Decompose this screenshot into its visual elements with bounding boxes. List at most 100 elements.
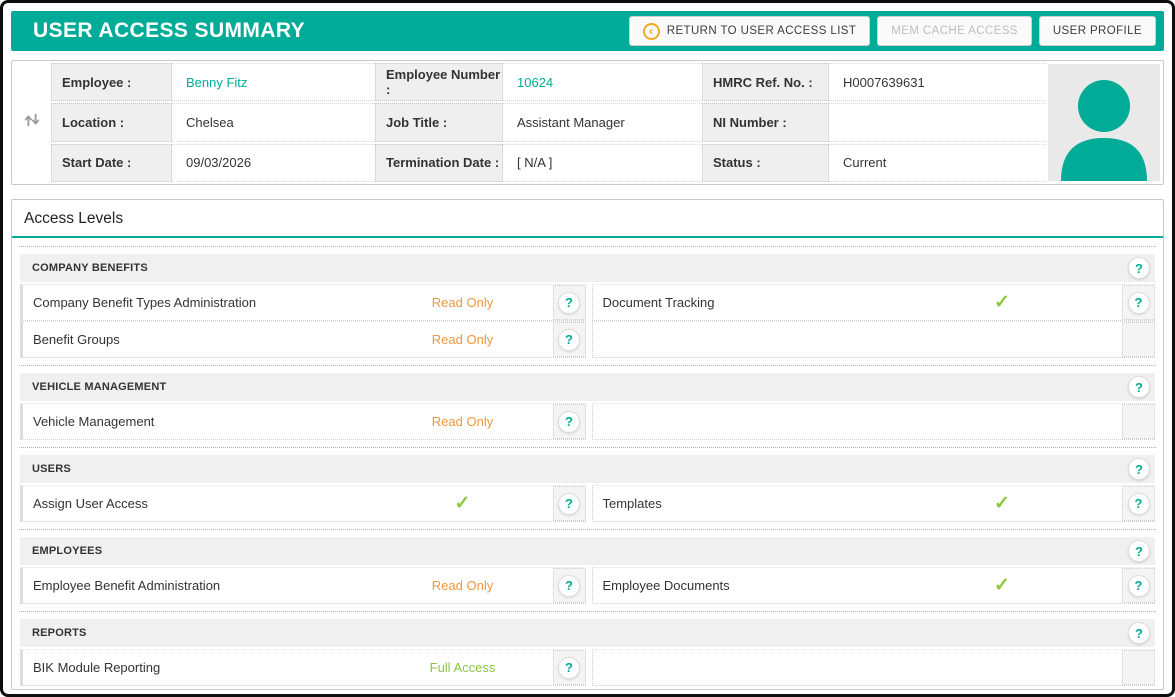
field-label: Start Date :	[51, 144, 172, 182]
help-icon[interactable]: ?	[558, 493, 580, 515]
access-row: Benefit GroupsRead Only?	[20, 321, 1155, 358]
field-label: Termination Date :	[375, 144, 503, 182]
access-row-cell: Templates✓?	[592, 485, 1156, 522]
field-label: Job Title :	[375, 103, 503, 141]
help-icon[interactable]: ?	[558, 292, 580, 314]
access-item-label: Document Tracking	[593, 295, 955, 310]
dotted-separator	[19, 246, 1156, 247]
help-icon[interactable]: ?	[1128, 493, 1150, 515]
access-row-cell: Company Benefit Types AdministrationRead…	[20, 284, 586, 321]
access-item-label: Company Benefit Types Administration	[23, 295, 415, 310]
field-value: 09/03/2026	[172, 144, 375, 182]
help-icon[interactable]: ?	[1128, 376, 1150, 398]
employee-row: Location :ChelseaJob Title :Assistant Ma…	[51, 102, 1046, 142]
field-label: Employee Number :	[375, 63, 503, 101]
access-level-value: Read Only	[415, 332, 511, 347]
help-icon[interactable]: ?	[1128, 622, 1150, 644]
access-item-label: Vehicle Management	[23, 414, 415, 429]
help-cell: ?	[553, 568, 586, 603]
access-level-value: Read Only	[415, 295, 511, 310]
help-icon[interactable]: ?	[1128, 575, 1150, 597]
field-label: HMRC Ref. No. :	[702, 63, 829, 101]
access-row-empty-cell	[592, 649, 1156, 686]
access-row-cell: Assign User Access✓?	[20, 485, 586, 522]
help-cell: ?	[1122, 568, 1155, 603]
avatar	[1048, 64, 1160, 181]
access-row: Assign User Access✓?Templates✓?	[20, 485, 1155, 522]
help-icon[interactable]: ?	[1128, 458, 1150, 480]
access-item-label: BIK Module Reporting	[23, 660, 415, 675]
access-row-cell: Employee Documents✓?	[592, 567, 1156, 604]
field-label: Location :	[51, 103, 172, 141]
access-levels-panel: Access Levels COMPANY BENEFITS?Company B…	[11, 199, 1164, 690]
access-item-label: Benefit Groups	[23, 332, 415, 347]
field-value: Chelsea	[172, 103, 375, 141]
button-label: USER PROFILE	[1053, 25, 1142, 37]
page-header: USER ACCESS SUMMARY ‹RETURN TO USER ACCE…	[11, 11, 1164, 51]
help-cell-empty	[1122, 404, 1155, 439]
help-icon[interactable]: ?	[1128, 540, 1150, 562]
access-row-cell: Employee Benefit AdministrationRead Only…	[20, 567, 586, 604]
access-row-cell: Vehicle ManagementRead Only?	[20, 403, 586, 440]
access-group-name: COMPANY BENEFITS	[32, 262, 1128, 274]
field-label: Employee :	[51, 63, 172, 101]
dotted-separator	[19, 529, 1156, 530]
access-group-header: VEHICLE MANAGEMENT?	[20, 373, 1155, 401]
help-cell: ?	[553, 404, 586, 439]
field-value[interactable]: 10624	[503, 63, 702, 101]
employee-row: Employee :Benny FitzEmployee Number :106…	[51, 62, 1046, 102]
access-levels-title: Access Levels	[24, 210, 123, 227]
field-value[interactable]: Benny Fitz	[172, 63, 375, 101]
checkmark-icon: ✓	[415, 492, 511, 515]
access-row-cell: BIK Module ReportingFull Access?	[20, 649, 586, 686]
field-label: NI Number :	[702, 103, 829, 141]
user-profile-button[interactable]: USER PROFILE	[1039, 16, 1156, 46]
help-icon[interactable]: ?	[1128, 257, 1150, 279]
checkmark-icon: ✓	[954, 574, 1050, 597]
field-value: H0007639631	[829, 63, 1046, 101]
access-item-label: Employee Documents	[593, 578, 955, 593]
help-icon[interactable]: ?	[558, 411, 580, 433]
help-cell: ?	[553, 285, 586, 320]
mem-cache-access-button[interactable]: MEM CACHE ACCESS	[877, 16, 1032, 46]
access-item-label: Templates	[593, 496, 955, 511]
help-cell: ?	[553, 322, 586, 357]
access-row-empty-cell	[592, 403, 1156, 440]
access-levels-body: COMPANY BENEFITS?Company Benefit Types A…	[12, 238, 1163, 692]
help-icon[interactable]: ?	[558, 657, 580, 679]
dotted-separator	[19, 447, 1156, 448]
return-to-user-access-list-button[interactable]: ‹RETURN TO USER ACCESS LIST	[629, 16, 871, 46]
collapse-toggle[interactable]	[13, 62, 51, 183]
sort-arrows-icon	[23, 111, 41, 134]
access-item-label: Assign User Access	[23, 496, 415, 511]
field-label: Status :	[702, 144, 829, 182]
access-group-header: USERS?	[20, 455, 1155, 483]
access-row: Employee Benefit AdministrationRead Only…	[20, 567, 1155, 604]
employee-details-grid: Employee :Benny FitzEmployee Number :106…	[51, 62, 1046, 183]
access-group-header: EMPLOYEES?	[20, 537, 1155, 565]
access-item-label: Employee Benefit Administration	[23, 578, 415, 593]
dotted-separator	[19, 611, 1156, 612]
field-value: [ N/A ]	[503, 144, 702, 182]
access-level-value: Full Access	[415, 660, 511, 675]
checkmark-icon: ✓	[954, 291, 1050, 314]
field-value	[829, 103, 1046, 141]
access-group-header: REPORTS?	[20, 619, 1155, 647]
access-group-name: VEHICLE MANAGEMENT	[32, 381, 1128, 393]
access-level-value: Read Only	[415, 414, 511, 429]
access-group-name: REPORTS	[32, 627, 1128, 639]
help-icon[interactable]: ?	[558, 575, 580, 597]
access-row-cell: Document Tracking✓?	[592, 284, 1156, 321]
help-cell-empty	[1122, 322, 1155, 357]
help-cell: ?	[553, 650, 586, 685]
access-row: Vehicle ManagementRead Only?	[20, 403, 1155, 440]
help-icon[interactable]: ?	[1128, 292, 1150, 314]
employee-row: Start Date :09/03/2026Termination Date :…	[51, 143, 1046, 183]
field-value: Assistant Manager	[503, 103, 702, 141]
access-row-empty-cell	[592, 321, 1156, 358]
field-value: Current	[829, 144, 1046, 182]
user-access-summary-page: USER ACCESS SUMMARY ‹RETURN TO USER ACCE…	[0, 0, 1175, 697]
help-icon[interactable]: ?	[558, 329, 580, 351]
access-group-header: COMPANY BENEFITS?	[20, 254, 1155, 282]
button-label: RETURN TO USER ACCESS LIST	[667, 25, 857, 37]
